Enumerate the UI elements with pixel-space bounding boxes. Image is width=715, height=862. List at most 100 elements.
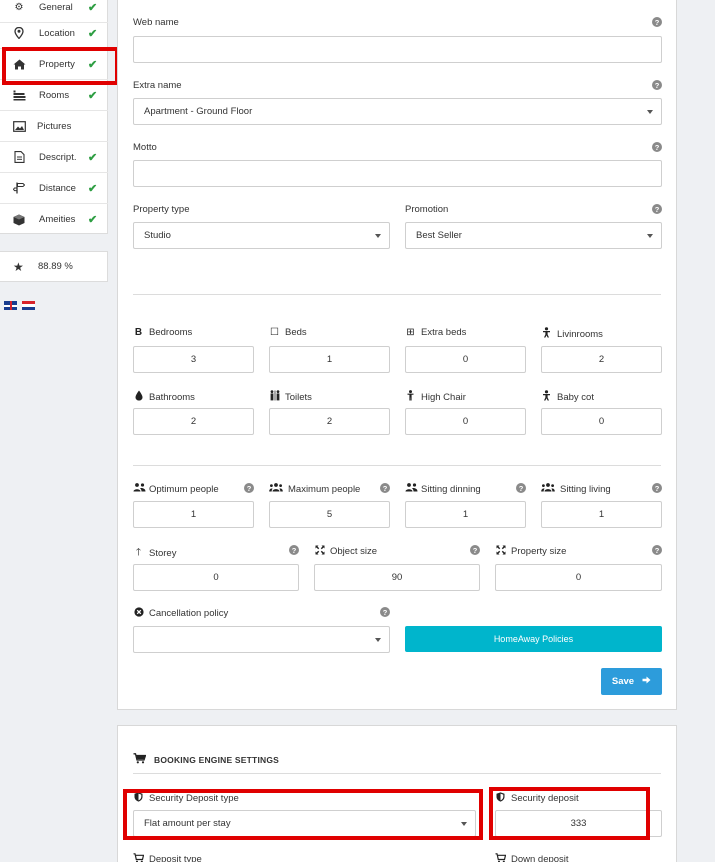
croatia-flag-icon[interactable] xyxy=(22,301,35,310)
cart-icon xyxy=(133,853,145,862)
high-chair-input[interactable]: 0 xyxy=(405,408,526,435)
shield-icon xyxy=(495,792,506,805)
cancellation-policy-select[interactable] xyxy=(133,626,390,653)
extra-name-label-text: Extra name xyxy=(133,80,182,91)
sidebar-item-location[interactable]: Location ✔ xyxy=(0,18,108,49)
sitting-dinning-label: Sitting dinning xyxy=(405,483,481,495)
section-divider xyxy=(133,773,661,774)
toilets-input[interactable]: 2 xyxy=(269,408,390,435)
storey-label-text: Storey xyxy=(149,548,177,559)
sidebar-item-label: Property xyxy=(39,58,75,70)
deposit-type-label-text: Deposit type xyxy=(149,854,202,862)
motto-help-icon[interactable]: ? xyxy=(652,142,662,152)
web-name-help-icon[interactable]: ? xyxy=(652,17,662,27)
extra-name-value: Apartment - Ground Floor xyxy=(144,106,253,117)
bedrooms-label-text: Bedrooms xyxy=(149,327,193,338)
sidebar-item-rooms[interactable]: Rooms ✔ xyxy=(0,80,108,111)
security-deposit-type-select[interactable]: Flat amount per stay xyxy=(133,810,476,837)
property-size-help-icon[interactable]: ? xyxy=(652,545,662,555)
extra-beds-input[interactable]: 0 xyxy=(405,346,526,373)
shield-icon xyxy=(133,792,144,805)
section-divider xyxy=(133,294,661,295)
property-type-label: Property type xyxy=(133,204,190,215)
home-icon xyxy=(12,57,26,71)
caret-down-icon xyxy=(647,110,653,114)
livinrooms-input[interactable]: 2 xyxy=(541,346,662,373)
save-button[interactable]: Save xyxy=(601,668,662,695)
promotion-select[interactable]: Best Seller xyxy=(405,222,662,249)
promotion-label-text: Promotion xyxy=(405,204,449,215)
property-size-label: Property size xyxy=(495,545,566,558)
bedrooms-label: B Bedrooms xyxy=(133,327,192,338)
save-button-label: Save xyxy=(611,676,635,687)
motto-input[interactable] xyxy=(133,160,662,187)
security-deposit-type-label: Security Deposit type xyxy=(133,792,239,805)
star-icon: ★ xyxy=(13,259,24,274)
sitting-dinning-input[interactable]: 1 xyxy=(405,501,526,528)
deposit-type-label: Deposit type xyxy=(133,853,202,862)
sitting-living-input[interactable]: 1 xyxy=(541,501,662,528)
check-icon: ✔ xyxy=(88,89,98,102)
high-chair-label: High Chair xyxy=(405,390,466,404)
sidebar-item-label: Descript. xyxy=(39,151,77,163)
sidebar-item-property[interactable]: Property ✔ xyxy=(0,49,108,80)
toilets-label-text: Toilets xyxy=(285,391,312,403)
bathrooms-input[interactable]: 2 xyxy=(133,408,254,435)
property-size-label-text: Property size xyxy=(511,546,567,557)
promotion-help-icon[interactable]: ? xyxy=(652,204,662,214)
security-deposit-input[interactable]: 333 xyxy=(495,810,662,837)
sidebar-item-description[interactable]: Descript. ✔ xyxy=(0,142,108,173)
users-icon xyxy=(133,483,146,495)
sidebar-item-distance[interactable]: Distance ✔ xyxy=(0,173,108,204)
beds-input[interactable]: 1 xyxy=(269,346,390,373)
web-name-input[interactable] xyxy=(133,36,662,63)
uk-flag-icon[interactable] xyxy=(4,301,17,310)
storey-help-icon[interactable]: ? xyxy=(289,545,299,555)
storey-label: 🡑 Storey xyxy=(133,545,177,562)
optimum-people-help-icon[interactable]: ? xyxy=(244,483,254,493)
web-name-label-text: Web name xyxy=(133,17,179,28)
completion-score-value: 88.89 % xyxy=(38,261,73,272)
extra-name-help-icon[interactable]: ? xyxy=(652,80,662,90)
sidebar-item-amenities[interactable]: Ameities ✔ xyxy=(0,204,108,235)
property-type-label-text: Property type xyxy=(133,204,190,215)
property-type-select[interactable]: Studio xyxy=(133,222,390,249)
object-size-help-icon[interactable]: ? xyxy=(470,545,480,555)
security-deposit-label: Security deposit xyxy=(495,792,579,805)
sitting-dinning-help-icon[interactable]: ? xyxy=(516,483,526,493)
cart-icon xyxy=(495,853,507,862)
baby-cot-input[interactable]: 0 xyxy=(541,408,662,435)
sidebar-item-label: Distance xyxy=(39,182,76,194)
sidebar-item-pictures[interactable]: Pictures xyxy=(0,111,108,142)
check-icon: ✔ xyxy=(88,182,98,195)
restroom-icon xyxy=(269,390,280,404)
property-size-input[interactable]: 0 xyxy=(495,564,662,591)
cancellation-policy-help-icon[interactable]: ? xyxy=(380,607,390,617)
expand-arrows-icon xyxy=(314,545,325,558)
users-group-icon xyxy=(269,483,283,495)
bedrooms-input[interactable]: 3 xyxy=(133,346,254,373)
general-icon: ⚙ xyxy=(14,1,24,13)
motto-label: Motto xyxy=(133,142,157,153)
extra-name-label: Extra name xyxy=(133,80,182,91)
map-pin-icon xyxy=(12,26,26,40)
storey-input[interactable]: 0 xyxy=(133,564,299,591)
sidebar-item-label: Rooms xyxy=(39,89,70,101)
arrow-up-icon: 🡑 xyxy=(135,547,142,558)
extra-name-select[interactable]: Apartment - Ground Floor xyxy=(133,98,662,125)
sitting-living-help-icon[interactable]: ? xyxy=(652,483,662,493)
homeaway-policies-button[interactable]: HomeAway Policies xyxy=(405,626,662,652)
users-group-icon xyxy=(541,483,555,495)
users-icon xyxy=(405,483,418,495)
cancellation-policy-label: Cancellation policy xyxy=(133,607,228,620)
completion-score: ★ 88.89 % xyxy=(0,251,108,282)
language-switcher xyxy=(4,301,35,310)
check-icon: ✔ xyxy=(88,1,98,14)
maximum-people-input[interactable]: 5 xyxy=(269,501,390,528)
maximum-people-help-icon[interactable]: ? xyxy=(380,483,390,493)
child-icon xyxy=(541,327,552,341)
security-deposit-type-value: Flat amount per stay xyxy=(144,818,231,829)
toilets-label: Toilets xyxy=(269,390,312,404)
object-size-input[interactable]: 90 xyxy=(314,564,480,591)
optimum-people-input[interactable]: 1 xyxy=(133,501,254,528)
